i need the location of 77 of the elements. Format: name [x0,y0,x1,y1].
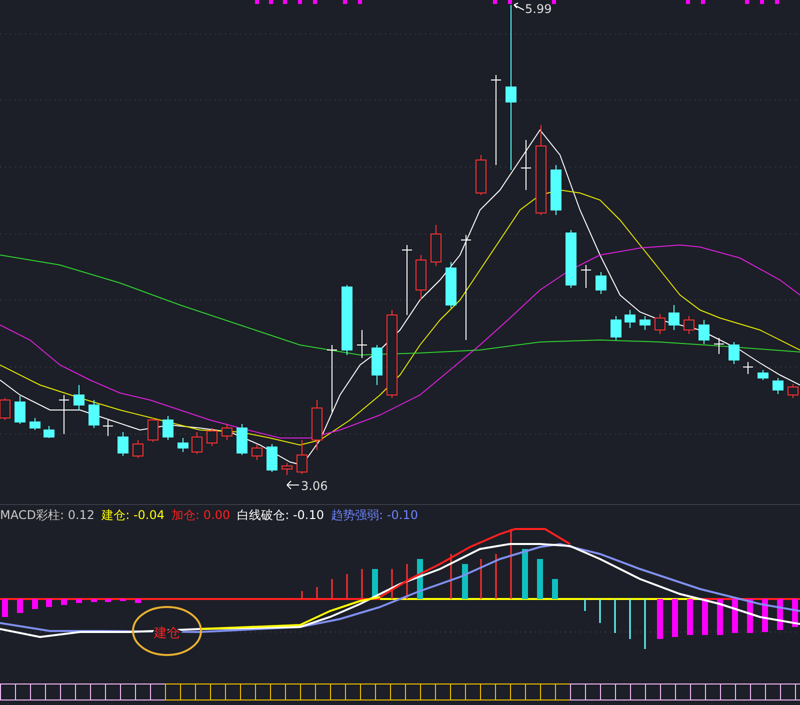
candlestick [640,316,650,330]
candlestick [30,418,40,430]
candlestick [132,440,144,458]
highlight-ellipse [132,606,202,656]
candlestick [520,140,532,190]
candlestick [222,424,232,440]
candlestick [566,230,576,288]
candlestick [162,416,174,440]
candlestick [580,264,592,288]
histogram-bar [91,599,97,602]
histogram-bar [32,599,38,609]
candlestick [416,254,426,300]
candlestick [654,314,666,334]
candlestick [728,342,740,364]
indicator-value: MACD彩柱: 0.12 [0,507,95,524]
candlestick [402,244,412,316]
candlestick [44,426,54,438]
candlestick [742,362,754,374]
histogram-bar [135,599,141,603]
histogram-bar [61,599,67,605]
candlestick [550,164,562,216]
histogram-bar [46,599,52,607]
indicator-value: 白线破仓: -0.10 [237,507,324,524]
candlestick [14,396,26,424]
candlestick [102,420,114,436]
histogram-bar [372,569,378,599]
indicator-value: 加仓: 0.00 [172,507,230,524]
histogram-bar [732,599,738,633]
candlestick [148,418,158,442]
candlestick [266,444,278,472]
candlestick [88,400,100,428]
low-price-label: 3.06 [301,479,328,493]
histogram-bar [76,599,82,603]
histogram-bar [2,599,8,617]
candlestick [206,428,218,446]
candlestick [446,262,456,308]
candlestick [192,432,202,454]
histogram-bar [17,599,23,613]
histogram-bar [105,599,111,602]
candlestick [610,316,622,340]
candlestick [430,224,442,266]
histogram-bar [552,579,558,599]
indicator-value: 建仓: -0.04 [102,507,164,524]
candlestick [296,440,308,474]
candlestick [476,154,486,196]
candlestick [684,316,694,334]
candlestick [772,378,784,394]
candlestick [326,344,338,412]
histogram-bar [717,599,723,635]
arrow-icon [514,2,524,10]
candlestick [252,444,262,460]
candlestick [58,394,70,434]
candlestick [312,400,322,450]
histogram-bar [522,549,528,599]
candlestick [372,344,382,386]
candlestick [74,384,84,410]
histogram-bar [462,564,468,599]
candlestick [758,370,768,380]
candlestick [668,304,680,330]
candlestick [236,424,248,456]
high-price-label: 5.99 [525,2,552,16]
arrow-icon [286,480,300,490]
candlestick [178,438,188,452]
candlestick [698,320,710,344]
histogram-bar [687,599,693,635]
candlestick [596,272,606,294]
histogram-bar [537,559,543,599]
candlestick [714,338,724,354]
candlestick [356,330,368,358]
histogram-bar [657,599,663,639]
candlestick [624,310,636,328]
histogram-bar [672,599,678,637]
candlestick [118,432,128,456]
histogram-bar [702,599,708,635]
indicator-value: 趋势强弱: -0.10 [331,507,418,524]
candlestick [282,462,292,476]
candlestick [342,284,352,356]
